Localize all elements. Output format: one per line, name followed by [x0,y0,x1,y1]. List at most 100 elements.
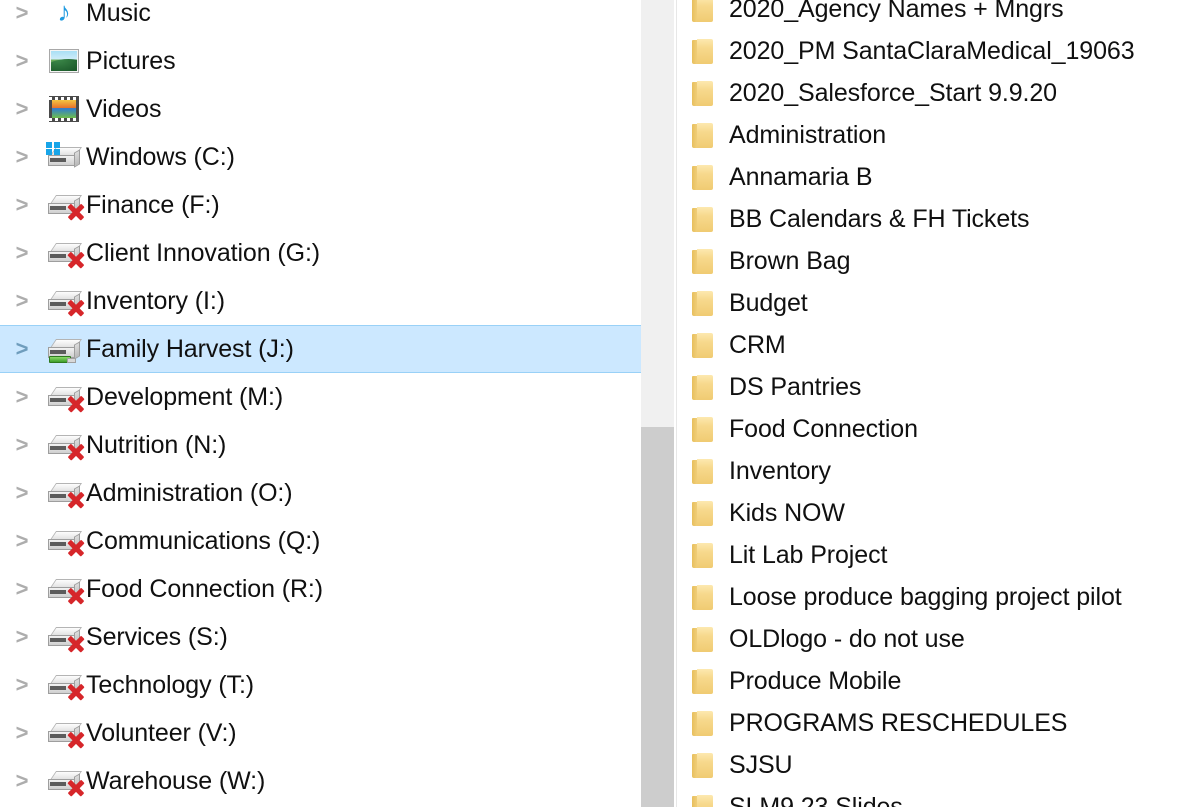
file-list-row[interactable]: Loose produce bagging project pilot [677,576,1186,618]
red-x-disconnected-icon [67,299,85,317]
nav-item-development-m[interactable]: > Development (M:) [0,373,641,421]
folder-name-label: Produce Mobile [729,666,902,695]
file-list-row[interactable]: DS Pantries [677,366,1186,408]
chevron-right-icon[interactable]: > [0,98,44,120]
chevron-right-icon[interactable]: > [0,242,44,264]
pictures-icon [49,49,79,73]
file-list-row[interactable]: Inventory [677,450,1186,492]
folder-icon [677,710,729,736]
nav-item-client-innovation-g[interactable]: > Client Innovation (G:) [0,229,641,277]
network-drive-icon [44,668,84,702]
folder-icon [677,206,729,232]
folder-icon [677,80,729,106]
chevron-right-icon[interactable]: > [0,770,44,792]
file-list-row[interactable]: Kids NOW [677,492,1186,534]
nav-item-windows-c[interactable]: > Windows (C:) [0,133,641,181]
nav-item-services-s[interactable]: > Services (S:) [0,613,641,661]
nav-item-pictures[interactable]: > Pictures [0,37,641,85]
red-x-disconnected-icon [67,491,85,509]
chevron-right-icon[interactable]: > [0,50,44,72]
nav-item-music[interactable]: > ♪ Music [0,0,641,37]
file-list-row[interactable]: SLM9.23 Slides [677,786,1186,807]
file-list-row[interactable]: Administration [677,114,1186,156]
folder-name-label: CRM [729,330,786,359]
chevron-right-icon[interactable]: > [0,338,44,360]
file-list-row[interactable]: Produce Mobile [677,660,1186,702]
nav-item-nutrition-n[interactable]: > Nutrition (N:) [0,421,641,469]
chevron-right-icon[interactable]: > [0,530,44,552]
nav-item-communications-q[interactable]: > Communications (Q:) [0,517,641,565]
navigation-pane-scrollbar[interactable] [641,0,674,807]
file-list-row[interactable]: CRM [677,324,1186,366]
folder-name-label: DS Pantries [729,372,862,401]
nav-item-label: Warehouse (W:) [86,766,266,795]
folder-icon [677,248,729,274]
folder-name-label: 2020_Agency Names + Mngrs [729,0,1064,23]
nav-item-administration-o[interactable]: > Administration (O:) [0,469,641,517]
folder-icon [677,584,729,610]
navigation-pane[interactable]: > ♪ Music > Pictures > Videos > Windows (C:) > Fin… [0,0,641,807]
nav-item-label: Music [86,0,151,27]
folder-name-label: Annamaria B [729,162,873,191]
nav-item-label: Client Innovation (G:) [86,238,321,267]
nav-item-family-harvest-j[interactable]: > Family Harvest (J:) [0,325,641,373]
chevron-right-icon[interactable]: > [0,194,44,216]
red-x-disconnected-icon [67,539,85,557]
folder-icon [677,164,729,190]
nav-item-label: Services (S:) [86,622,228,651]
file-list-row[interactable]: OLDlogo - do not use [677,618,1186,660]
nav-item-label: Finance (F:) [86,190,220,219]
nav-item-inventory-i[interactable]: > Inventory (I:) [0,277,641,325]
chevron-right-icon[interactable]: > [0,434,44,456]
folder-name-label: Budget [729,288,808,317]
network-drive-icon [44,332,84,366]
folder-name-label: Kids NOW [729,498,845,527]
nav-item-label: Food Connection (R:) [86,574,324,603]
folder-name-label: PROGRAMS RESCHEDULES [729,708,1068,737]
nav-item-label: Volunteer (V:) [86,718,237,747]
chevron-right-icon[interactable]: > [0,722,44,744]
nav-item-videos[interactable]: > Videos [0,85,641,133]
music-note-icon: ♪ [44,0,84,30]
nav-item-label: Pictures [86,46,176,75]
nav-item-technology-t[interactable]: > Technology (T:) [0,661,641,709]
file-list-pane[interactable]: 2020_Agency Names + Mngrs 2020_PM SantaCl… [677,0,1186,807]
chevron-right-icon[interactable]: > [0,482,44,504]
network-drive-icon [44,284,84,318]
chevron-right-icon[interactable]: > [0,290,44,312]
chevron-right-icon[interactable]: > [0,626,44,648]
file-list-row[interactable]: Brown Bag [677,240,1186,282]
file-list-row[interactable]: BB Calendars & FH Tickets [677,198,1186,240]
file-list-row[interactable]: 2020_Salesforce_Start 9.9.20 [677,72,1186,114]
nav-item-warehouse-w[interactable]: > Warehouse (W:) [0,757,641,805]
folder-name-label: Brown Bag [729,246,851,275]
chevron-right-icon[interactable]: > [0,2,44,24]
nav-item-volunteer-v[interactable]: > Volunteer (V:) [0,709,641,757]
chevron-right-icon[interactable]: > [0,578,44,600]
chevron-right-icon[interactable]: > [0,386,44,408]
chevron-right-icon[interactable]: > [0,146,44,168]
scrollbar-thumb[interactable] [641,427,674,807]
nav-item-finance-f[interactable]: > Finance (F:) [0,181,641,229]
file-list-row[interactable]: Annamaria B [677,156,1186,198]
folder-name-label: SLM9.23 Slides [729,792,903,807]
file-list-row[interactable]: 2020_Agency Names + Mngrs [677,0,1186,30]
folder-icon [677,668,729,694]
folder-icon [677,752,729,778]
nav-item-label: Family Harvest (J:) [86,334,294,363]
file-list-row[interactable]: SJSU [677,744,1186,786]
file-list-row[interactable]: Budget [677,282,1186,324]
folder-icon [677,794,729,807]
network-drive-icon [44,428,84,462]
red-x-disconnected-icon [67,443,85,461]
chevron-right-icon[interactable]: > [0,674,44,696]
nav-item-food-connection-r[interactable]: > Food Connection (R:) [0,565,641,613]
file-list-row[interactable]: 2020_PM SantaClaraMedical_19063 [677,30,1186,72]
folder-icon [677,542,729,568]
file-list-row[interactable]: PROGRAMS RESCHEDULES [677,702,1186,744]
file-list-row[interactable]: Food Connection [677,408,1186,450]
red-x-disconnected-icon [67,635,85,653]
network-drive-icon [44,188,84,222]
file-list-row[interactable]: Lit Lab Project [677,534,1186,576]
folder-icon [677,0,729,22]
